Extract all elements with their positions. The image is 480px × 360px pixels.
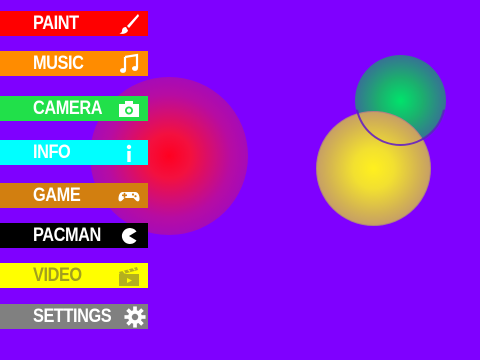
menu-item-paint[interactable]: PAINT (0, 11, 148, 36)
menu-item-label: GAME (33, 185, 81, 206)
clapperboard-icon (118, 265, 140, 287)
menu-item-music[interactable]: MUSIC (0, 51, 148, 76)
menu-item-label: PACMAN (33, 225, 101, 246)
menu-item-label: INFO (33, 142, 71, 163)
menu-item-label: VIDEO (33, 265, 82, 286)
menu-item-label: CAMERA (33, 98, 103, 119)
menu-item-pacman[interactable]: PACMAN (0, 223, 148, 248)
info-icon (118, 142, 140, 164)
menu-item-video[interactable]: VIDEO (0, 263, 148, 288)
home-screen: PAINT MUSIC CAMERA INFO GAME PACMAN VIDE… (0, 0, 480, 360)
camera-icon (118, 98, 140, 120)
pacman-icon (118, 225, 140, 247)
app-menu: PAINT MUSIC CAMERA INFO GAME PACMAN VIDE… (0, 0, 150, 360)
paintbrush-icon (118, 13, 140, 35)
menu-item-label: PAINT (33, 13, 79, 34)
menu-item-camera[interactable]: CAMERA (0, 96, 148, 121)
menu-item-settings[interactable]: SETTINGS (0, 304, 148, 329)
menu-item-info[interactable]: INFO (0, 140, 148, 165)
gamepad-icon (118, 185, 140, 207)
gear-icon (124, 305, 146, 328)
music-note-icon (118, 53, 140, 75)
menu-item-label: MUSIC (33, 53, 84, 74)
menu-item-game[interactable]: GAME (0, 183, 148, 208)
menu-item-label: SETTINGS (33, 306, 112, 327)
